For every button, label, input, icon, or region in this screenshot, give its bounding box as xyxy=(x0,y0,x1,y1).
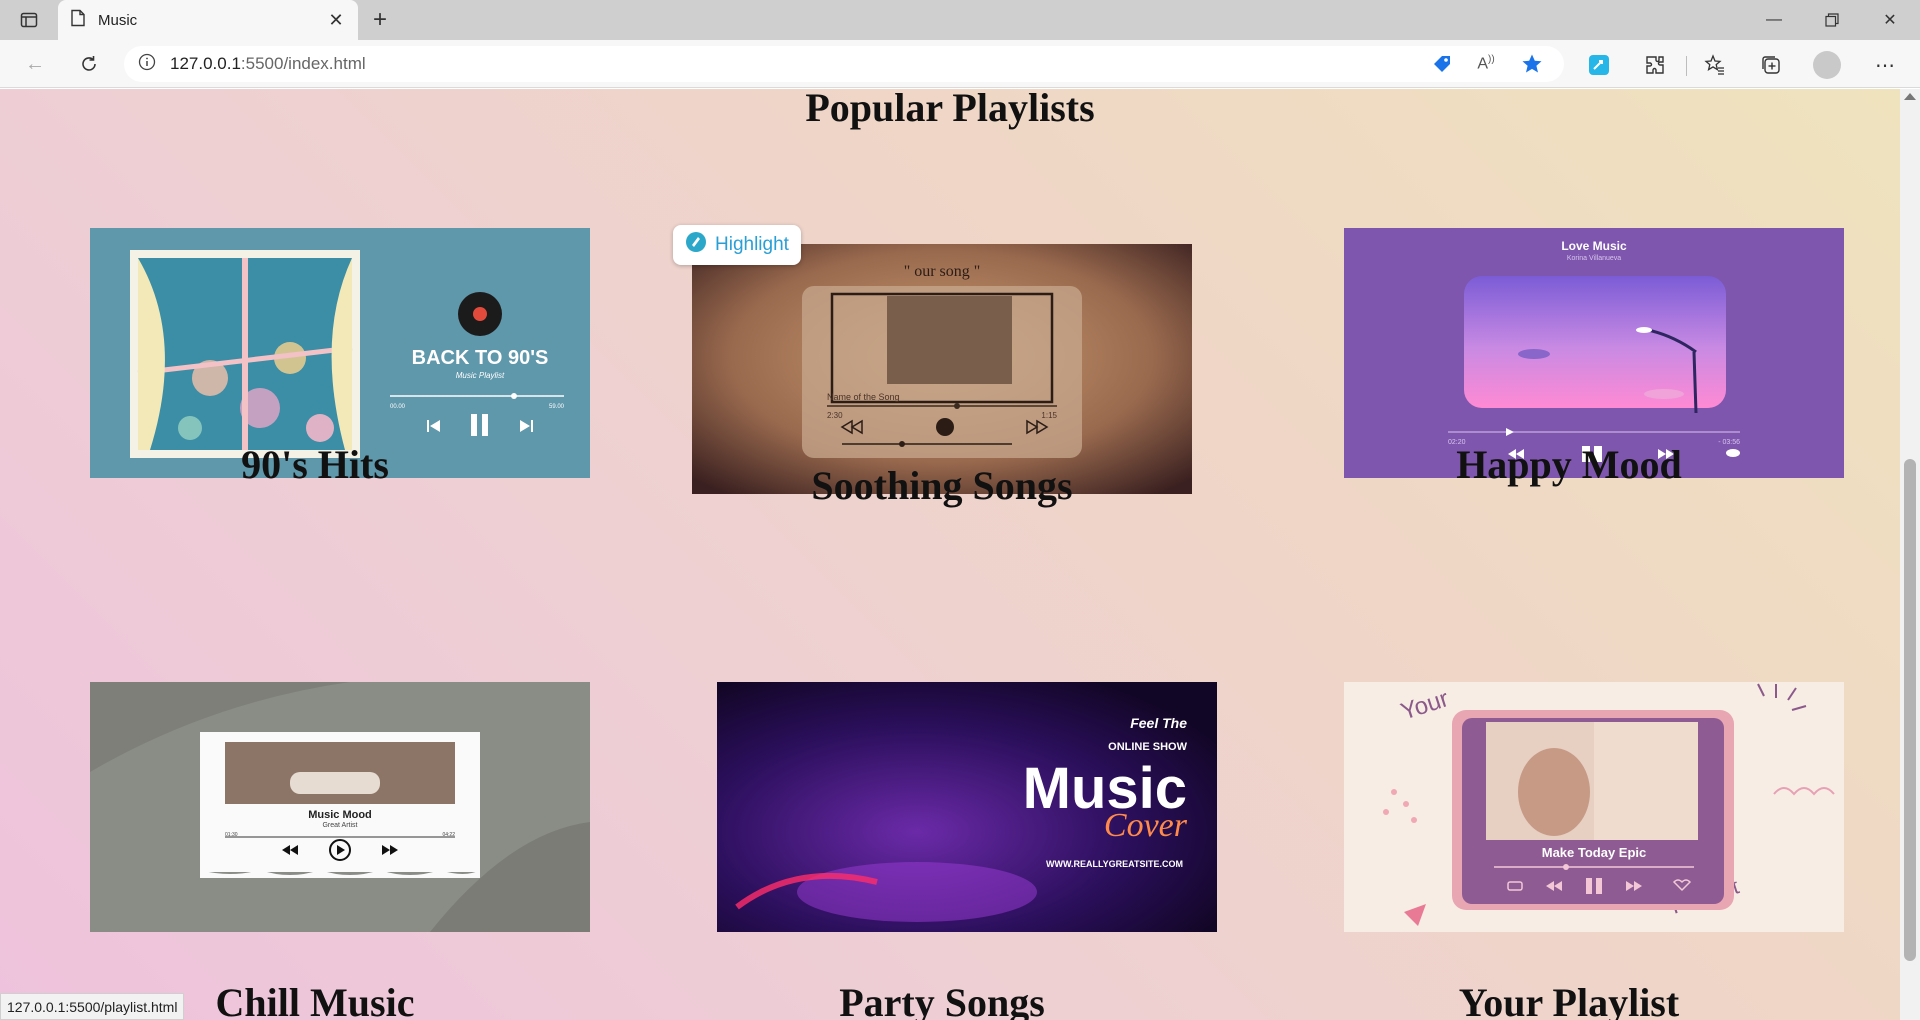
status-url-preview: 127.0.0.1:5500/playlist.html xyxy=(0,993,185,1020)
page-content: Popular Playlists BACK TO 90'S Music Pla… xyxy=(0,89,1900,1020)
cover-subtitle-happy: Korina Villanueva xyxy=(1567,255,1621,262)
playlist-label-your-playlist[interactable]: Your Playlist xyxy=(1319,979,1819,1020)
section-title: Popular Playlists xyxy=(805,89,1095,130)
playlist-cover-soothing-songs[interactable]: " our song " Name of the Song 2:30 1:15 xyxy=(692,244,1192,494)
cover-title-your: Make Today Epic xyxy=(1542,845,1647,860)
cover-title-happy: Love Music xyxy=(1561,239,1627,253)
refresh-icon[interactable] xyxy=(74,50,104,78)
playlist-label-soothing-songs[interactable]: Soothing Songs xyxy=(692,462,1192,509)
address-toolbar: ← 127.0.0.1:5500/index.html A)) ⋯ xyxy=(0,40,1920,88)
cover-time-start-90s: 00.00 xyxy=(390,404,406,410)
cover-title-90s: BACK TO 90'S xyxy=(412,347,549,369)
playlist-label-happy-mood[interactable]: Happy Mood xyxy=(1319,441,1819,488)
playlist-cover-your-playlist[interactable]: Your Playlist Make Today Epic xyxy=(1344,682,1844,932)
page-icon xyxy=(70,9,86,32)
extensions-icon[interactable] xyxy=(1640,50,1670,80)
favorites-icon[interactable] xyxy=(1700,50,1730,80)
shopping-tag-icon[interactable] xyxy=(1430,52,1454,76)
collections-icon[interactable] xyxy=(1756,50,1786,80)
favorite-star-icon[interactable] xyxy=(1520,52,1544,76)
highlight-label: Highlight xyxy=(715,234,789,255)
cover-subtitle-soothing: Name of the Song xyxy=(827,392,900,402)
cover-site-party: WWW.REALLYGREATSITE.COM xyxy=(1046,859,1183,869)
cover-line2-party: ONLINE SHOW xyxy=(1108,741,1187,753)
cover-line1-party: Feel The xyxy=(1130,715,1187,731)
scrollbar-thumb[interactable] xyxy=(1904,459,1916,961)
address-bar[interactable]: 127.0.0.1:5500/index.html A)) xyxy=(124,46,1564,82)
new-tab-icon[interactable]: + xyxy=(366,6,394,34)
tab-strip: Music ✕ + — ✕ xyxy=(0,0,1920,40)
more-menu-icon[interactable]: ⋯ xyxy=(1870,50,1900,80)
tab-actions-icon[interactable] xyxy=(14,8,44,32)
cover-subtitle-90s: Music Playlist xyxy=(456,371,505,380)
back-icon[interactable]: ← xyxy=(20,50,50,78)
tab-title: Music xyxy=(98,11,138,29)
cover-time-end-soothing: 1:15 xyxy=(1041,411,1057,420)
toolbar-separator xyxy=(1686,56,1687,76)
playlist-cover-chill-music[interactable]: Music Mood Great Artist 01:30 04:22 xyxy=(90,682,590,932)
cover-time-start-soothing: 2:30 xyxy=(827,411,843,420)
read-aloud-icon[interactable]: A)) xyxy=(1474,52,1498,76)
cover-title-chill: Music Mood xyxy=(308,809,372,821)
tab-music[interactable]: Music ✕ xyxy=(58,0,358,40)
profile-avatar[interactable] xyxy=(1812,50,1842,80)
highlight-icon xyxy=(685,231,707,259)
url-host: 127.0.0.1 xyxy=(170,54,241,73)
cover-script-party: Cover xyxy=(1104,807,1188,844)
cover-subtitle-chill: Great Artist xyxy=(322,822,357,829)
url-path: :5500/index.html xyxy=(240,54,366,73)
page-scrollbar[interactable] xyxy=(1900,89,1920,1020)
minimize-icon[interactable]: — xyxy=(1746,0,1802,40)
playlist-label-90s-hits[interactable]: 90's Hits xyxy=(65,441,565,488)
scroll-up-icon[interactable] xyxy=(1904,93,1916,100)
cover-time-end-90s: 59.00 xyxy=(549,404,565,410)
playlist-cover-party-songs[interactable]: Feel The ONLINE SHOW Music Cover WWW.REA… xyxy=(717,682,1217,932)
highlight-button[interactable]: Highlight xyxy=(673,225,801,265)
cover-title-soothing: " our song " xyxy=(904,263,981,280)
edge-tools-icon[interactable] xyxy=(1584,50,1614,80)
tab-close-icon[interactable]: ✕ xyxy=(326,10,346,31)
close-window-icon[interactable]: ✕ xyxy=(1862,0,1918,40)
site-info-icon[interactable] xyxy=(138,53,156,76)
restore-icon[interactable] xyxy=(1804,0,1860,40)
playlist-label-party-songs[interactable]: Party Songs xyxy=(692,979,1192,1020)
cover-time-end-chill: 04:22 xyxy=(442,832,455,838)
url-text: 127.0.0.1:5500/index.html xyxy=(170,54,366,74)
cover-time-start-chill: 01:30 xyxy=(225,832,238,838)
